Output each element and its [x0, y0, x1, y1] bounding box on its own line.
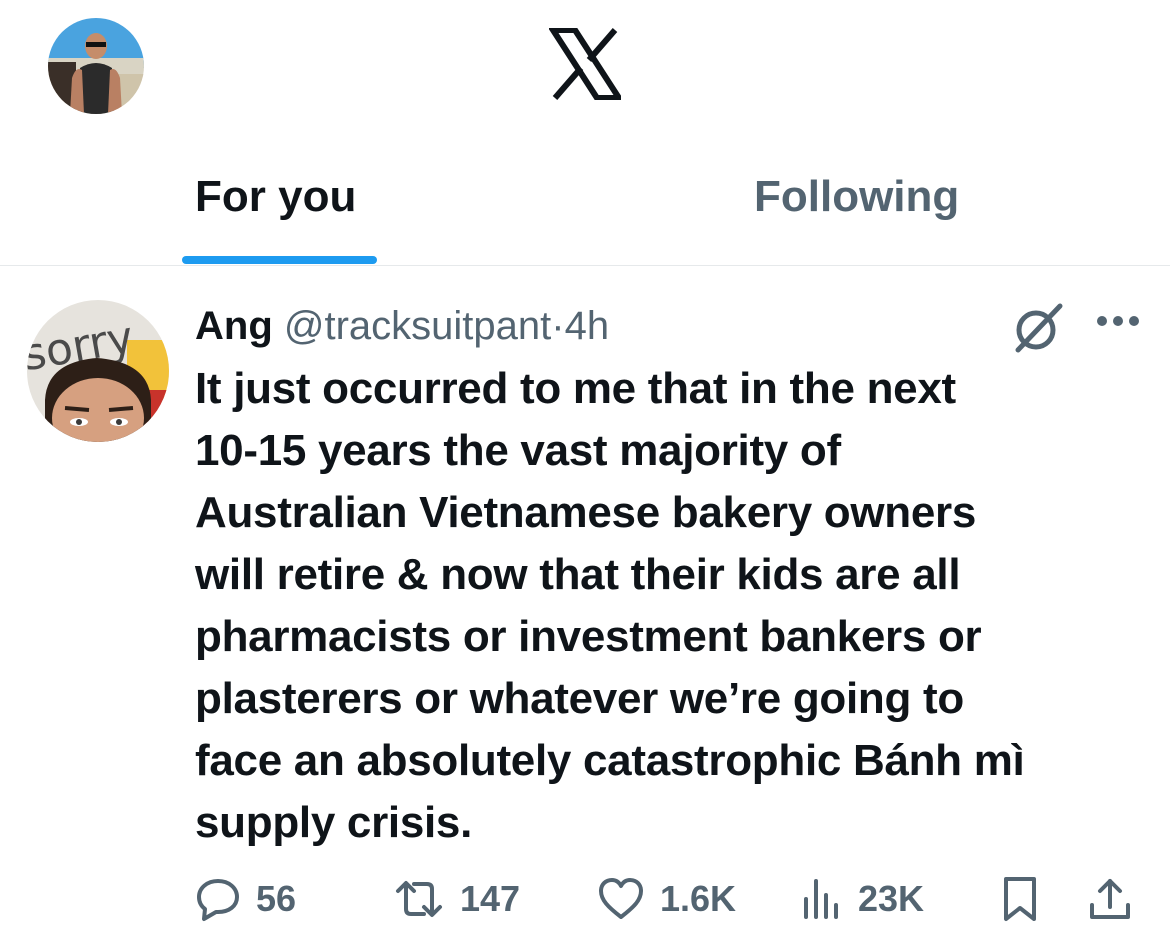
- more-options-icon[interactable]: [1095, 314, 1141, 328]
- like-button[interactable]: 1.6K: [596, 864, 736, 934]
- views-button[interactable]: 23K: [800, 864, 924, 934]
- repost-icon: [396, 881, 442, 917]
- bookmark-icon: [1004, 877, 1036, 921]
- heart-icon: [599, 878, 643, 919]
- author-name[interactable]: Ang: [195, 304, 273, 348]
- tweet-timestamp[interactable]: 4h: [565, 304, 610, 348]
- profile-photo: [48, 18, 144, 114]
- tweet[interactable]: sorry Ang @tracksuitpant·4h It just occu…: [0, 266, 1170, 939]
- views-count: 23K: [858, 878, 925, 919]
- reply-count: 56: [256, 878, 297, 919]
- meta-separator: ·: [551, 304, 565, 348]
- active-tab-indicator: [182, 256, 377, 264]
- reply-button[interactable]: 56: [194, 864, 296, 934]
- share-button[interactable]: [1086, 864, 1134, 934]
- tweet-text: It just occurred to me that in the next …: [195, 364, 1025, 847]
- tweet-actions: 56 147 1.6K 23K: [0, 864, 1170, 934]
- share-icon: [1090, 879, 1130, 919]
- profile-avatar[interactable]: [48, 18, 144, 114]
- analytics-icon: [804, 879, 838, 919]
- author-handle[interactable]: @tracksuitpant: [284, 304, 551, 348]
- timeline-tabs: For you Following: [0, 140, 1170, 266]
- tweet-meta: Ang @tracksuitpant·4h: [195, 302, 609, 350]
- grok-icon[interactable]: [1012, 302, 1064, 354]
- bookmark-button[interactable]: [1000, 864, 1040, 934]
- tab-for-you[interactable]: For you: [195, 172, 356, 222]
- reply-icon: [197, 879, 239, 921]
- tab-following[interactable]: Following: [754, 172, 959, 222]
- top-bar: [0, 0, 1170, 140]
- x-logo-icon[interactable]: [547, 27, 625, 101]
- repost-count: 147: [460, 878, 521, 919]
- like-count: 1.6K: [660, 878, 737, 919]
- repost-button[interactable]: 147: [392, 864, 520, 934]
- author-avatar[interactable]: sorry: [27, 300, 169, 442]
